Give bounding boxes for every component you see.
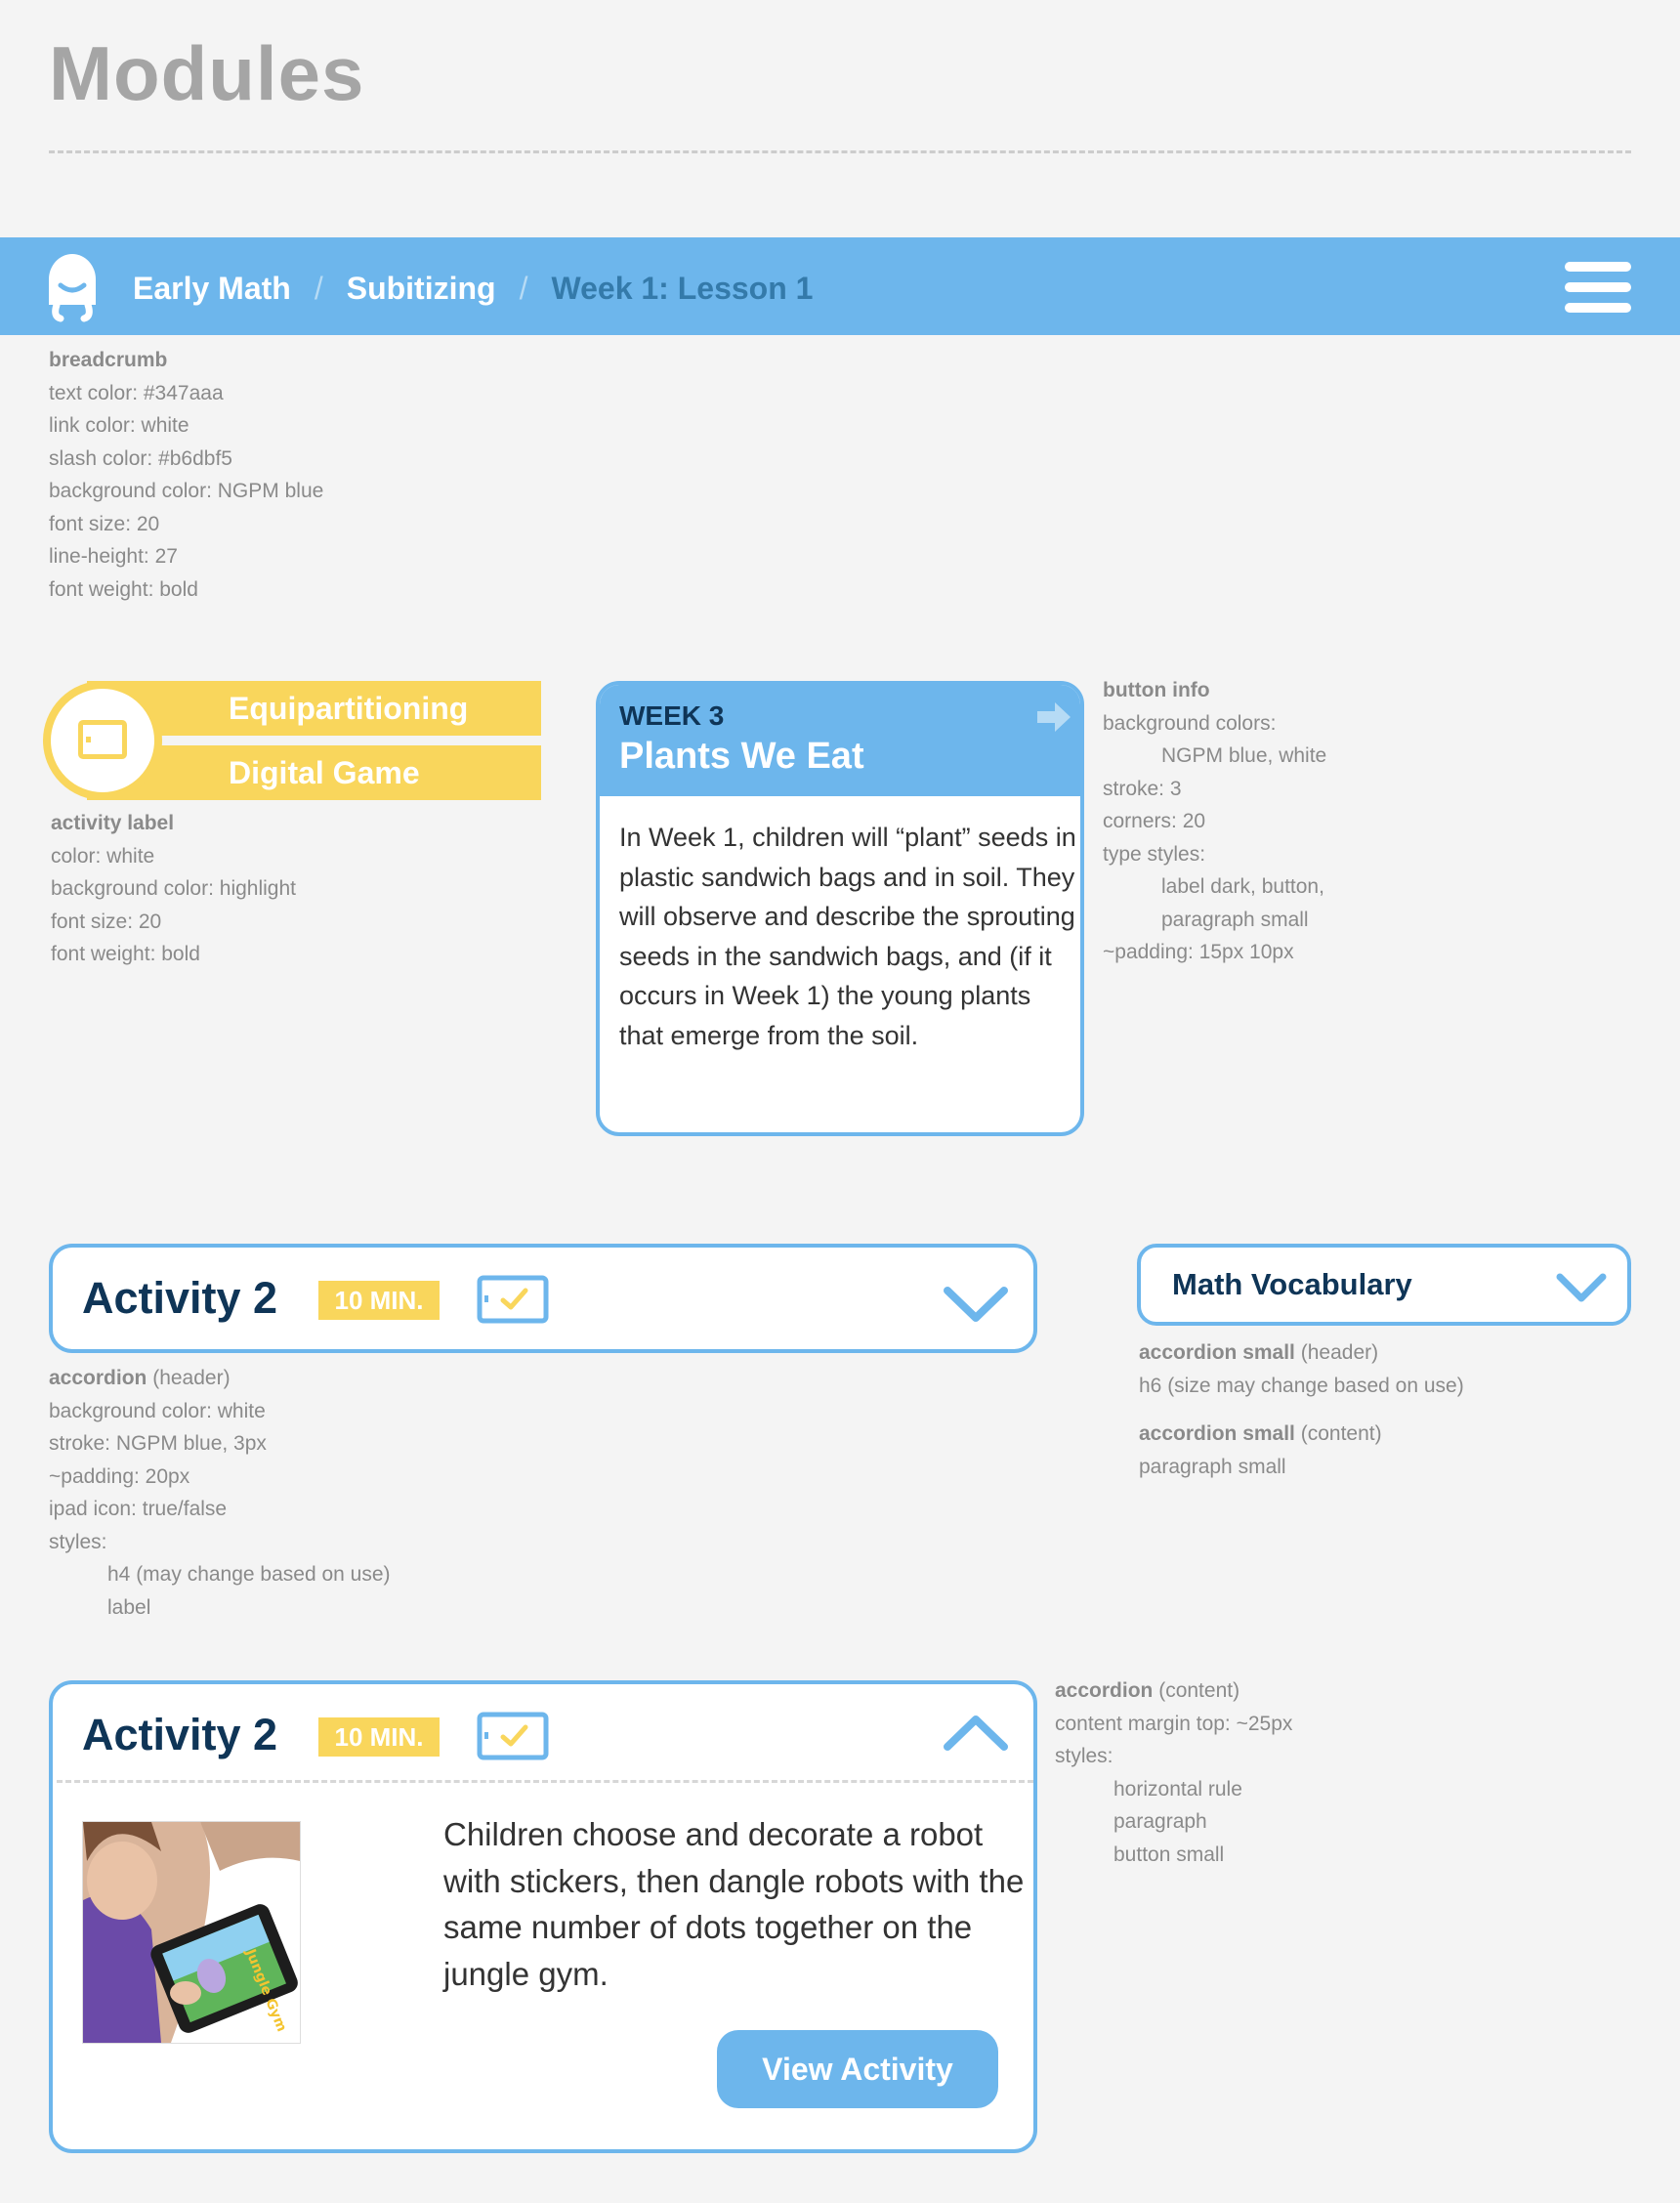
note-line: NGPM blue, white	[1161, 744, 1327, 767]
week-card-description: In Week 1, children will “plant” seeds i…	[619, 823, 1076, 1050]
note-line: paragraph small	[1139, 1455, 1286, 1478]
note-line: font size: 20	[51, 910, 162, 933]
note-line: paragraph small	[1161, 908, 1309, 931]
duration-badge: 10 MIN.	[318, 1281, 440, 1320]
note-line: ~padding: 20px	[49, 1464, 190, 1488]
ipad-check-icon	[477, 1712, 549, 1760]
breadcrumb-link-subitizing[interactable]: Subitizing	[347, 271, 496, 307]
note-heading: accordion small	[1139, 1341, 1295, 1364]
note-line: corners: 20	[1103, 810, 1206, 832]
duration-badge: 10 MIN.	[318, 1717, 440, 1757]
chevron-up-icon[interactable]	[942, 1712, 1010, 1755]
activity-label-badge	[43, 681, 162, 800]
week-card-header: WEEK 3 Plants We Eat	[600, 685, 1080, 796]
accordion-paragraph: Children choose and decorate a robot wit…	[443, 1816, 1025, 1992]
accordion-title[interactable]: Activity 2	[82, 1710, 277, 1760]
activity-label[interactable]: Equipartitioning Digital Game	[43, 681, 541, 800]
breadcrumb: Early Math / Subitizing / Week 1: Lesson…	[133, 266, 813, 311]
arrow-right-icon[interactable]	[1035, 700, 1072, 734]
note-line: background color: NGPM blue	[49, 480, 324, 502]
note-line: ipad icon: true/false	[49, 1498, 228, 1520]
title-divider	[49, 150, 1631, 153]
accordion-title: Activity 2	[82, 1273, 278, 1323]
note-line: styles:	[49, 1530, 107, 1553]
note-heading: accordion small	[1139, 1422, 1295, 1445]
note-line: type styles:	[1103, 842, 1206, 866]
activity-label-spec-note: activity label color: white background c…	[51, 807, 296, 971]
chevron-down-icon[interactable]	[1555, 1271, 1608, 1304]
note-line: paragraph	[1113, 1810, 1207, 1833]
note-line: h4 (may change based on use)	[107, 1563, 391, 1586]
note-line: background colors:	[1103, 711, 1277, 735]
breadcrumb-slash: /	[314, 270, 323, 306]
week-card-number: WEEK 3	[619, 700, 725, 731]
note-line: background color: highlight	[51, 877, 296, 900]
note-line: background color: white	[49, 1399, 266, 1422]
note-heading: button info	[1103, 679, 1210, 701]
accordion-small-header[interactable]: Math Vocabulary	[1137, 1244, 1631, 1326]
note-line: font weight: bold	[51, 943, 200, 965]
breadcrumb-slash: /	[519, 270, 528, 306]
view-activity-button[interactable]: View Activity	[717, 2030, 998, 2108]
chevron-down-icon[interactable]	[942, 1283, 1010, 1326]
accordion-expanded: Activity 2 10 MIN. Jungle Gym Children c…	[49, 1680, 1037, 2153]
note-suffix: (content)	[1158, 1679, 1240, 1702]
note-line: color: white	[51, 844, 155, 868]
note-line: button small	[1113, 1843, 1225, 1866]
breadcrumb-current: Week 1: Lesson 1	[551, 270, 814, 306]
week-card-button[interactable]: WEEK 3 Plants We Eat In Week 1, children…	[596, 681, 1084, 1136]
note-heading: breadcrumb	[49, 349, 168, 371]
note-heading: activity label	[51, 812, 175, 834]
activity-label-subtitle: Digital Game	[229, 755, 420, 790]
note-heading: accordion	[49, 1367, 147, 1389]
note-line: font weight: bold	[49, 577, 198, 601]
note-line: font size: 20	[49, 512, 160, 535]
button-info-spec-note: button info background colors: NGPM blue…	[1103, 674, 1326, 969]
note-line: ~padding: 15px 10px	[1103, 941, 1294, 963]
ipad-check-icon	[477, 1275, 549, 1324]
note-line: horizontal rule	[1113, 1777, 1242, 1801]
horizontal-rule	[57, 1780, 1033, 1783]
note-line: line-height: 27	[49, 545, 178, 568]
note-line: stroke: NGPM blue, 3px	[49, 1432, 267, 1455]
accordion-content-spec-note: accordion (content) content margin top: …	[1055, 1674, 1292, 1871]
week-card-title: Plants We Eat	[619, 736, 864, 777]
activity-photo: Jungle Gym	[82, 1821, 301, 2044]
note-line: h6 (size may change based on use)	[1139, 1374, 1464, 1397]
note-heading: accordion	[1055, 1679, 1154, 1702]
note-suffix: (header)	[1300, 1341, 1379, 1364]
accordion-small-spec-note: accordion small (header) h6 (size may ch…	[1139, 1336, 1464, 1483]
activity-label-title: Equipartitioning	[229, 691, 469, 726]
breadcrumb-spec-note: breadcrumb text color: #347aaa link colo…	[49, 344, 323, 606]
hamburger-menu-icon[interactable]	[1565, 262, 1631, 313]
mascot-logo-icon[interactable]	[43, 252, 102, 322]
tablet-icon	[78, 720, 127, 759]
accordion-header[interactable]: Activity 2 10 MIN.	[49, 1244, 1037, 1353]
note-suffix: (header)	[152, 1367, 231, 1389]
note-line: link color: white	[49, 414, 189, 437]
note-line: slash color: #b6dbf5	[49, 446, 232, 470]
accordion-header-spec-note: accordion (header) background color: whi…	[49, 1362, 391, 1624]
note-line: label	[107, 1595, 151, 1619]
note-line: content margin top: ~25px	[1055, 1712, 1293, 1735]
note-line: stroke: 3	[1103, 777, 1182, 800]
note-suffix: (content)	[1300, 1422, 1382, 1445]
note-line: label dark, button,	[1161, 875, 1324, 898]
note-line: styles:	[1055, 1745, 1113, 1767]
note-line: text color: #347aaa	[49, 381, 224, 404]
accordion-small-title: Math Vocabulary	[1172, 1267, 1412, 1301]
page-title: Modules	[49, 30, 365, 116]
breadcrumb-link-early-math[interactable]: Early Math	[133, 271, 291, 307]
